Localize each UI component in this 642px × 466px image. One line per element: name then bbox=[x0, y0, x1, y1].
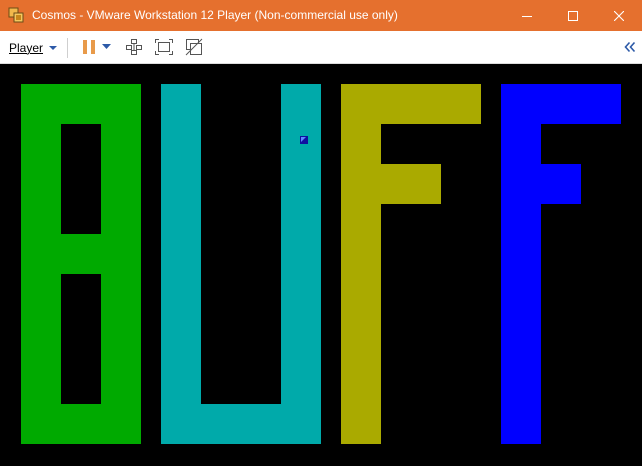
letter-f-first-top-bar bbox=[341, 84, 481, 124]
vm-screen[interactable] bbox=[0, 64, 642, 466]
vmware-app-icon[interactable] bbox=[8, 7, 24, 23]
letter-f-first-mid-bar bbox=[341, 164, 441, 204]
close-button[interactable] bbox=[596, 0, 642, 31]
toolbar-divider bbox=[67, 38, 68, 58]
mouse-cursor-icon bbox=[300, 131, 308, 144]
letter-f-second-top-bar bbox=[501, 84, 621, 124]
letter-b-lower-counter bbox=[61, 274, 101, 404]
minimize-button[interactable] bbox=[504, 0, 550, 31]
maximize-icon bbox=[568, 10, 578, 21]
maximize-button[interactable] bbox=[550, 0, 596, 31]
window-title: Cosmos - VMware Workstation 12 Player (N… bbox=[32, 8, 398, 22]
collapse-toolbar-icon[interactable] bbox=[620, 37, 640, 57]
letter-b-upper-counter bbox=[61, 124, 101, 234]
minimize-icon bbox=[522, 15, 532, 17]
letter-f-second-stem bbox=[501, 84, 541, 444]
send-ctrl-alt-del-icon[interactable] bbox=[124, 37, 144, 57]
chevron-down-icon bbox=[49, 46, 58, 50]
pause-icon[interactable] bbox=[79, 37, 99, 57]
letter-u-bottom-bar bbox=[161, 404, 321, 444]
letter-f-second-mid-bar bbox=[501, 164, 581, 204]
close-icon bbox=[614, 10, 624, 21]
letter-u-left-stem bbox=[161, 84, 201, 444]
player-menu-label: Player bbox=[9, 41, 44, 55]
unity-mode-icon[interactable] bbox=[184, 37, 204, 57]
player-toolbar: Player bbox=[0, 31, 642, 64]
letter-f-first-stem bbox=[341, 84, 381, 444]
full-screen-icon[interactable] bbox=[154, 37, 174, 57]
player-menu-button[interactable]: Player bbox=[9, 39, 58, 57]
title-bar[interactable]: Cosmos - VMware Workstation 12 Player (N… bbox=[0, 0, 642, 31]
power-options-dropdown-icon[interactable] bbox=[99, 37, 113, 57]
